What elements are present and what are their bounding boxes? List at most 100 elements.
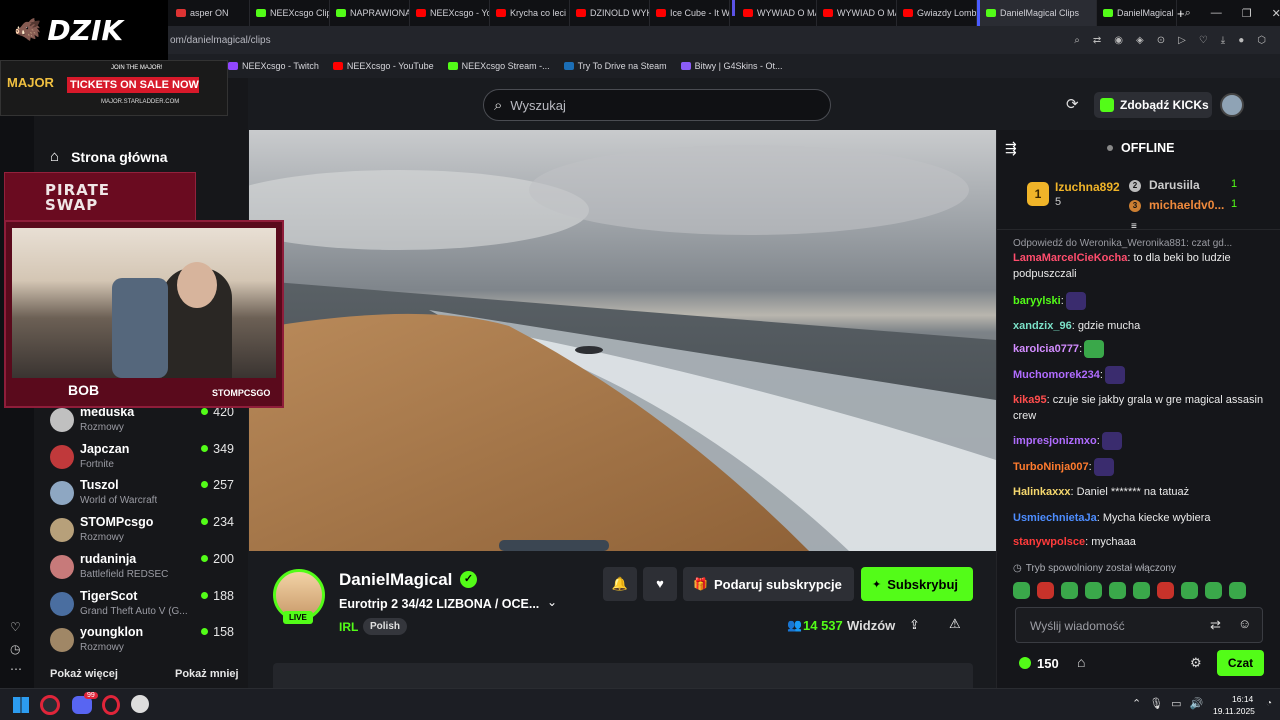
quick-emote-icon[interactable] xyxy=(1229,582,1246,599)
camera-icon[interactable]: ◉ xyxy=(1114,35,1123,46)
browser-tab[interactable]: Krycha co leci xyxy=(490,0,570,26)
heart-icon[interactable]: ♡ xyxy=(10,620,21,634)
steam-icon[interactable] xyxy=(131,695,149,713)
sidebar-channel[interactable]: youngklon Rozmowy 158 xyxy=(48,623,244,659)
bookmark-item[interactable]: Bitwy | G4Skins - Ot... xyxy=(680,61,783,71)
url-text[interactable]: om/danielmagical/clips xyxy=(170,35,271,46)
sidebar-channel[interactable]: TigerScot Grand Theft Auto V (G... 188 xyxy=(48,587,244,623)
vpn-icon[interactable]: ⊙ xyxy=(1157,35,1165,46)
chat-username[interactable]: TurboNinja007 xyxy=(1013,461,1089,473)
video-player[interactable] xyxy=(249,130,996,551)
sidebar-channel[interactable]: STOMPcsgo Rozmowy 234 xyxy=(48,513,244,549)
notifications-icon[interactable]: ◔ xyxy=(1266,698,1272,709)
opera-gx-icon[interactable] xyxy=(40,695,60,715)
leaderboard-entry[interactable]: 1 Izuchna892 5 xyxy=(1027,180,1127,208)
quick-emote-icon[interactable] xyxy=(1157,582,1174,599)
chat-username[interactable]: Muchomorek234 xyxy=(1013,369,1100,381)
chat-username[interactable]: kika95 xyxy=(1013,394,1047,406)
follow-button[interactable]: ♥ xyxy=(643,567,677,601)
play-icon[interactable]: ▷ xyxy=(1178,35,1186,46)
quick-emote-icon[interactable] xyxy=(1085,582,1102,599)
tray-icons[interactable]: ⌃🎙▭🔊 xyxy=(1132,697,1211,710)
zoom-icon[interactable]: ⌕ xyxy=(1074,35,1080,46)
sidebar-channel[interactable]: Japczan Fortnite 349 xyxy=(48,440,244,476)
report-icon[interactable]: ⚠ xyxy=(949,616,961,632)
category-link[interactable]: IRL xyxy=(339,620,358,634)
translate-icon[interactable]: ⇄ xyxy=(1093,35,1101,46)
leaderboard-entry[interactable]: 2 Darusiila 1 xyxy=(1129,178,1269,196)
browser-tab[interactable]: asper ON xyxy=(170,0,250,26)
account-icon[interactable]: ● xyxy=(1238,35,1244,46)
opera-icon[interactable] xyxy=(102,695,120,715)
browser-tab[interactable]: WYWIAD O MA xyxy=(817,0,897,26)
chat-username[interactable]: impresjonizmxo xyxy=(1013,435,1097,447)
gift-subs-button[interactable]: 🎁 Podaruj subskrypcje xyxy=(683,567,854,601)
store-icon[interactable]: ⌂ xyxy=(1077,654,1085,670)
channel-points[interactable]: 150 xyxy=(1037,656,1059,671)
chat-input[interactable]: Wyślij wiadomość ⇄ ☺ xyxy=(1015,607,1263,643)
chat-username[interactable]: UsmiechnietaJa xyxy=(1013,512,1097,524)
settings-icon[interactable]: ⚙ xyxy=(1190,655,1202,671)
search-input[interactable]: ⌕ Wyszukaj xyxy=(483,89,831,121)
browser-tab[interactable]: NEEXcsgo - YouT xyxy=(410,0,490,26)
streamer-name[interactable]: DanielMagical xyxy=(339,570,452,590)
bookmark-item[interactable]: NEEXcsgo Stream -... xyxy=(447,61,550,71)
show-less-button[interactable]: Pokaż mniej xyxy=(175,668,239,680)
clock-icon[interactable]: ◷ xyxy=(10,642,20,656)
close-window-icon[interactable]: ✕ xyxy=(1272,7,1280,20)
send-chat-button[interactable]: Czat xyxy=(1217,650,1264,676)
minimize-icon[interactable]: — xyxy=(1211,7,1222,20)
sidebar-item-home[interactable]: ⌂ Strona główna xyxy=(50,148,168,165)
bookmark-item[interactable]: NEEXcsgo - YouTube xyxy=(332,61,434,71)
new-tab-icon[interactable]: + xyxy=(1177,6,1185,21)
bookmark-item[interactable]: Try To Drive na Steam xyxy=(563,61,667,71)
expand-leaderboard-icon[interactable]: ≡ xyxy=(1131,221,1137,232)
restore-icon[interactable]: ❐ xyxy=(1242,7,1252,20)
quick-emote-icon[interactable] xyxy=(1181,582,1198,599)
user-avatar[interactable] xyxy=(1220,93,1244,117)
more-icon[interactable]: ⋯ xyxy=(10,662,22,676)
chat-username[interactable]: baryylski xyxy=(1013,295,1061,307)
show-more-button[interactable]: Pokaż więcej xyxy=(50,668,118,680)
windows-start-icon[interactable] xyxy=(13,697,29,713)
extensions-icon[interactable]: ⬡ xyxy=(1257,35,1266,46)
chat-username[interactable]: xandzix_96 xyxy=(1013,320,1072,332)
browser-tab[interactable]: NAPRAWIONA xyxy=(330,0,410,26)
browser-tab[interactable]: NEEXcsgo Clips xyxy=(250,0,330,26)
quick-emote-icon[interactable] xyxy=(1061,582,1078,599)
tab-last[interactable]: DanielMagical St xyxy=(1097,0,1177,26)
sidebar-channel[interactable]: rudaninja Battlefield REDSEC 200 xyxy=(48,550,244,586)
chat-username[interactable]: LamaMarcelCieKocha xyxy=(1013,252,1127,264)
share-icon[interactable]: ⇪ xyxy=(909,617,920,633)
tab-active[interactable]: DanielMagical Clips xyxy=(977,0,1097,26)
language-tag[interactable]: Polish xyxy=(363,618,408,635)
sidebar-channel[interactable]: meduska Rozmowy 420 xyxy=(48,403,244,439)
search-tabs-icon[interactable]: ⌕ xyxy=(1185,7,1191,20)
translate-icon[interactable]: ⇄ xyxy=(1210,617,1221,633)
address-bar[interactable]: om/danielmagical/clips ⌕ ⇄ ◉ ◈ ⊙ ▷ ♡ ⤓ ● ⬡ xyxy=(0,26,1280,54)
chat-username[interactable]: stanywpolsce xyxy=(1013,536,1085,548)
refresh-icon[interactable]: ⟳ xyxy=(1066,95,1079,113)
heart-icon[interactable]: ♡ xyxy=(1199,35,1208,46)
quick-emote-icon[interactable] xyxy=(1037,582,1054,599)
emoji-icon[interactable]: ☺ xyxy=(1238,616,1251,631)
quick-emote-icon[interactable] xyxy=(1205,582,1222,599)
notify-button[interactable]: 🔔 xyxy=(603,567,637,601)
shield-icon[interactable]: ◈ xyxy=(1136,35,1144,46)
quick-emote-icon[interactable] xyxy=(1133,582,1150,599)
browser-tab[interactable]: Ice Cube - It Wa xyxy=(650,0,730,26)
get-kicks-button[interactable]: Zdobądź KICKs xyxy=(1094,92,1212,118)
subscribe-button[interactable]: ✦ Subskrybuj xyxy=(861,567,973,601)
quick-emote-icon[interactable] xyxy=(1013,582,1030,599)
quick-emote-icon[interactable] xyxy=(1109,582,1126,599)
browser-tab[interactable]: WYWIAD O MA xyxy=(737,0,817,26)
sidebar-channel[interactable]: Tuszol World of Warcraft 257 xyxy=(48,476,244,512)
collapse-chat-icon[interactable]: ⇶ xyxy=(1005,140,1017,157)
chat-username[interactable]: karolcia0777 xyxy=(1013,343,1079,355)
bookmark-item[interactable]: NEEXcsgo - Twitch xyxy=(228,61,319,71)
browser-tab[interactable]: Gwiazdy Lomba xyxy=(897,0,977,26)
browser-tab[interactable]: DZINOLD WYKU xyxy=(570,0,650,26)
download-icon[interactable]: ⤓ xyxy=(1221,35,1225,46)
chat-username[interactable]: Halinkaxxx xyxy=(1013,486,1070,498)
leaderboard-entry[interactable]: 3 michaeldv0... 1 xyxy=(1129,198,1269,216)
